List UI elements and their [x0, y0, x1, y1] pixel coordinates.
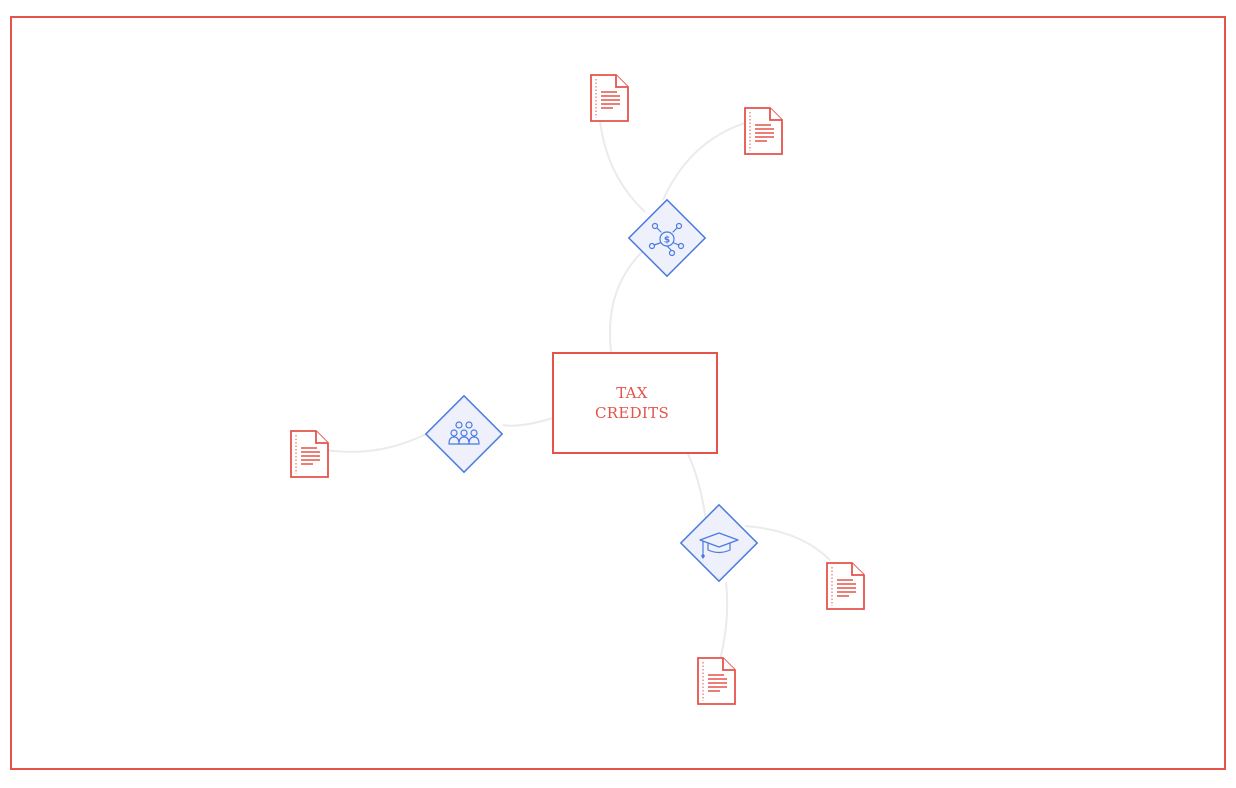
central-node-title-line2: CREDITS: [595, 404, 669, 422]
hub-education[interactable]: [679, 503, 759, 583]
hub-community-diamond: [424, 394, 504, 474]
hub-finance[interactable]: $: [627, 198, 707, 278]
document-finance-top[interactable]: [590, 74, 629, 122]
link-finance-doc-top: [599, 119, 646, 213]
document-icon: [697, 657, 736, 705]
mind-map-diagram: TAX CREDITS $: [10, 16, 1226, 770]
link-center-finance: [608, 251, 643, 353]
document-education-bottom[interactable]: [697, 657, 736, 705]
central-node-box: [552, 352, 718, 454]
svg-text:$: $: [664, 236, 670, 246]
document-finance-right[interactable]: [744, 107, 783, 155]
central-node-title-line1: TAX: [616, 384, 648, 402]
central-node[interactable]: TAX CREDITS: [552, 352, 718, 454]
document-community[interactable]: [290, 430, 329, 478]
hub-education-diamond: [679, 503, 759, 583]
link-finance-doc-right: [662, 121, 749, 201]
link-community-doc: [325, 431, 431, 453]
link-center-community: [502, 417, 554, 427]
document-education-right[interactable]: [826, 562, 865, 610]
document-icon: [590, 74, 629, 122]
document-icon: [290, 430, 329, 478]
document-icon: [744, 107, 783, 155]
link-education-doc-bottom: [719, 581, 729, 661]
document-icon: [826, 562, 865, 610]
hub-community[interactable]: [424, 394, 504, 474]
link-center-education: [687, 453, 707, 521]
